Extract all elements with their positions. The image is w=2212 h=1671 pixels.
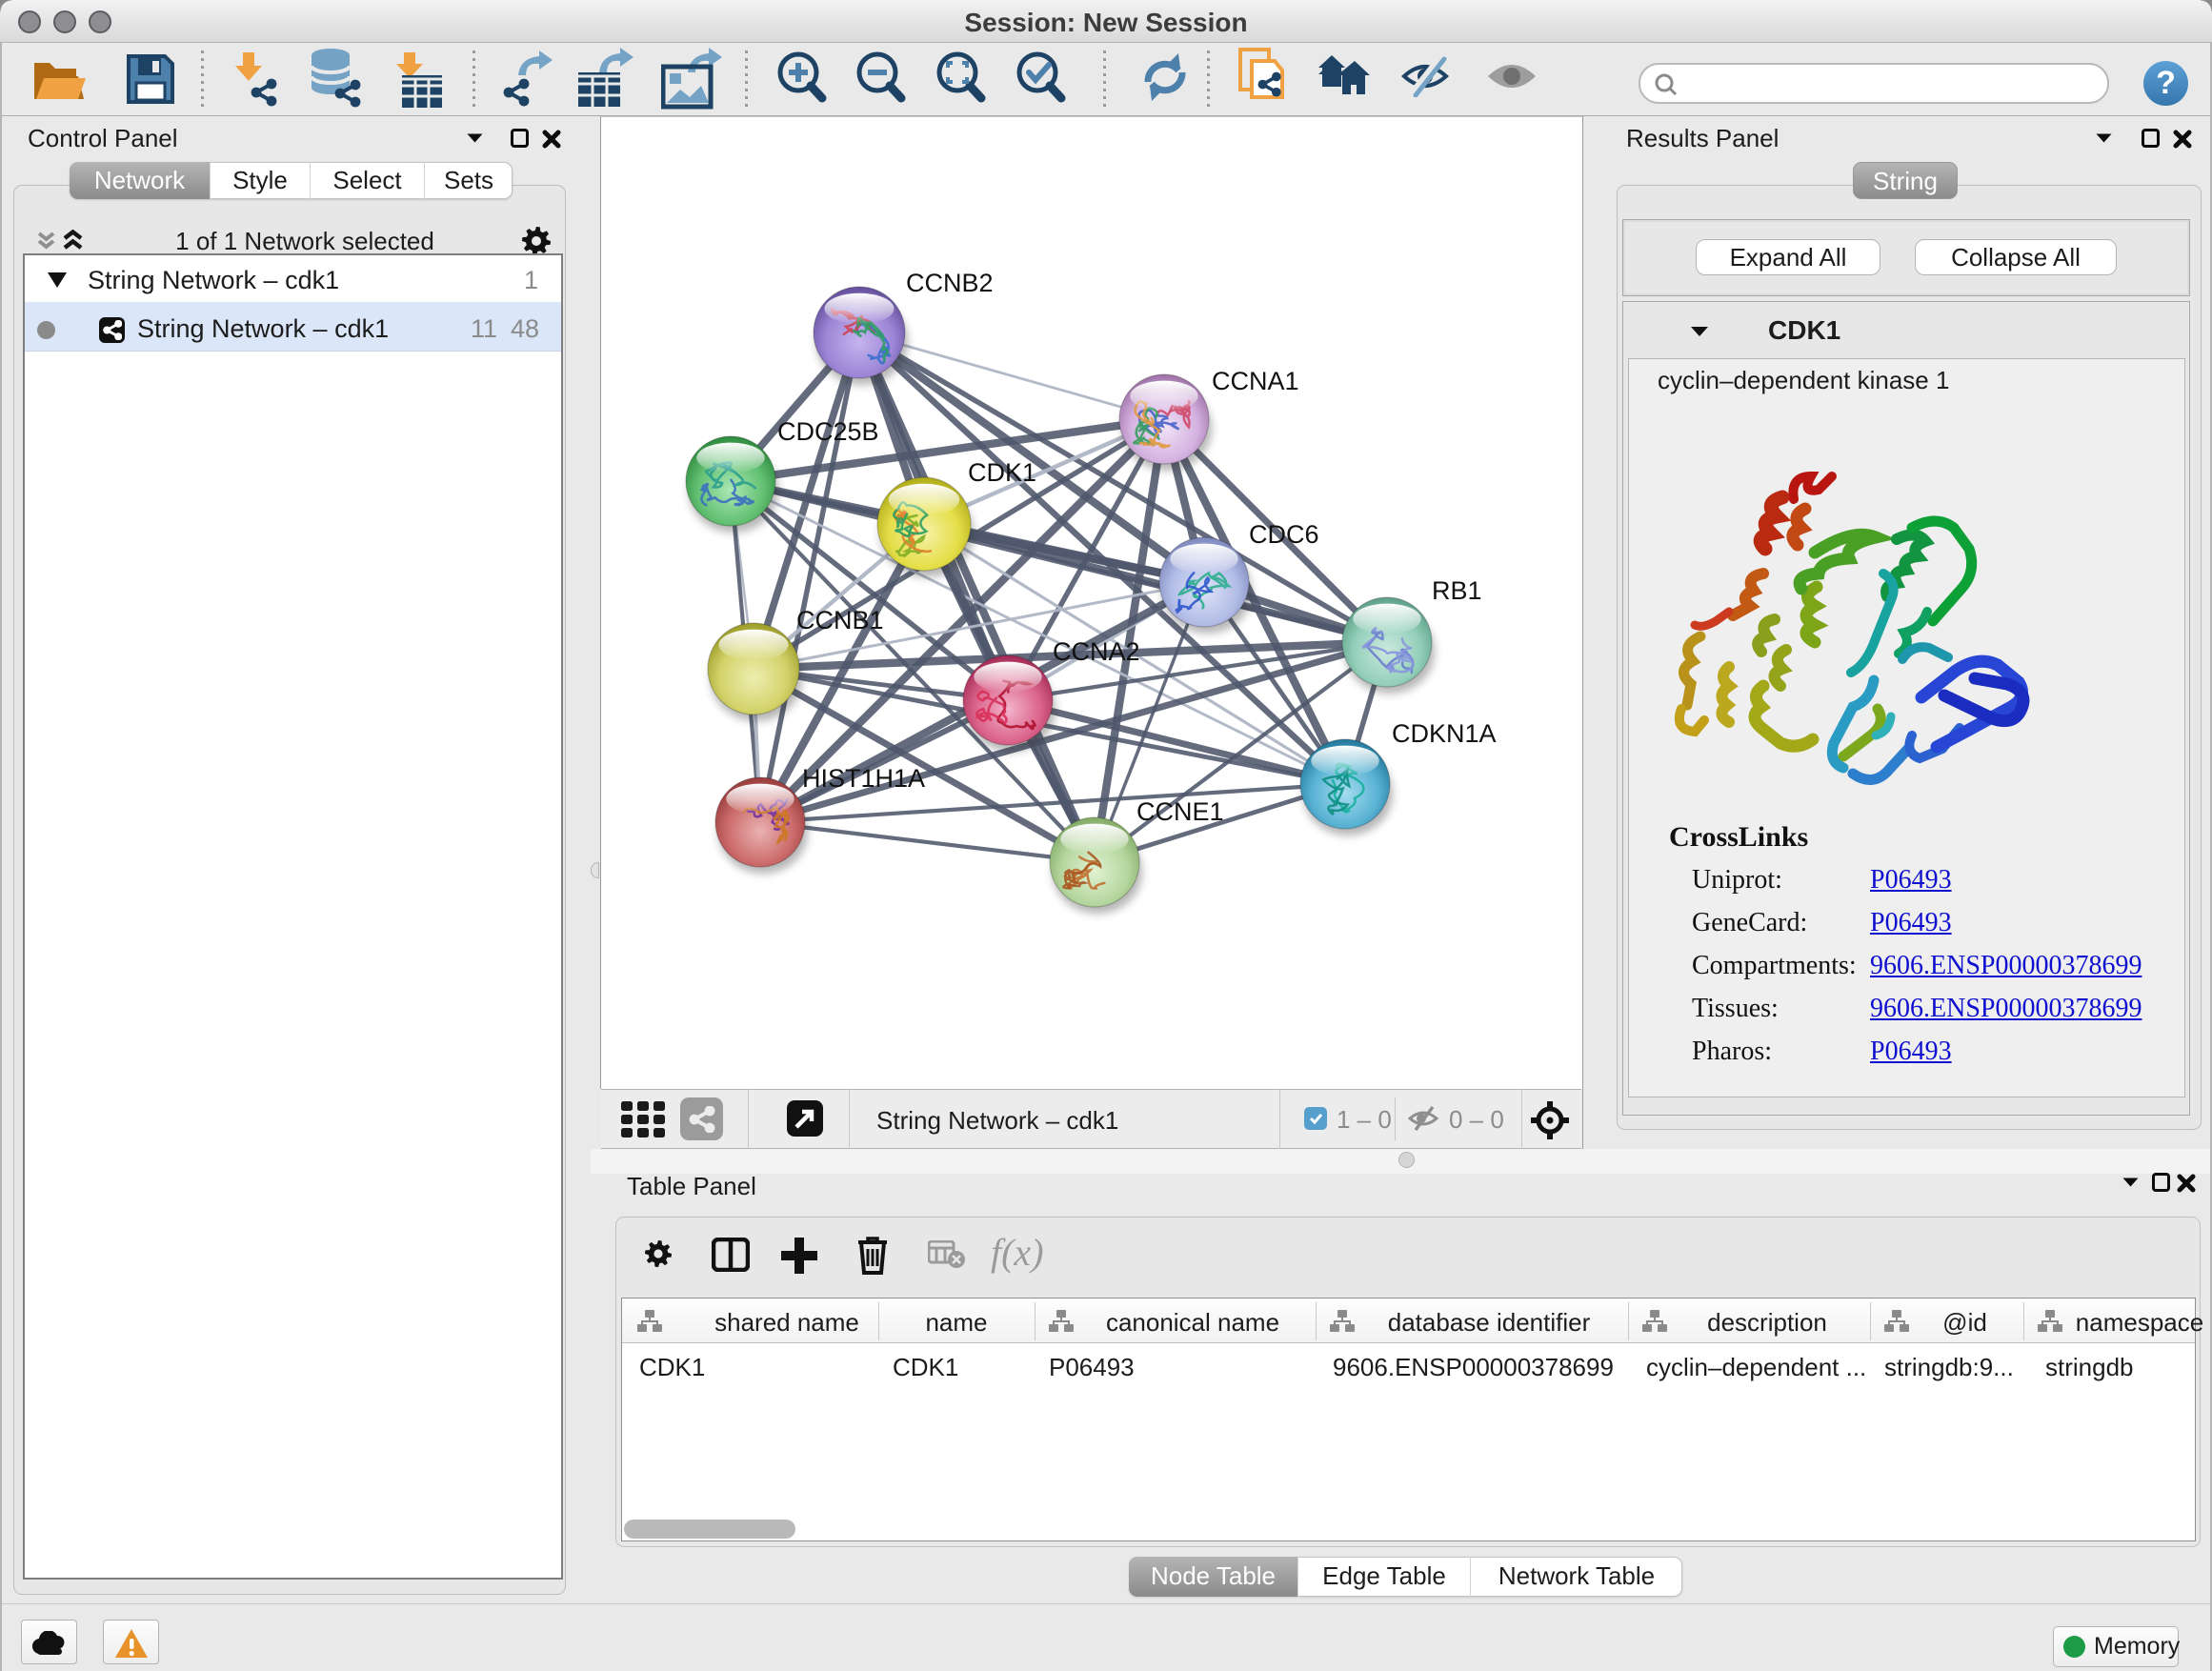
svg-text:CDKN1A: CDKN1A xyxy=(1392,719,1497,748)
svg-text:CDC6: CDC6 xyxy=(1249,520,1319,549)
svg-text:HIST1H1A: HIST1H1A xyxy=(802,764,925,793)
svg-text:CCNB1: CCNB1 xyxy=(796,606,884,634)
svg-text:CCNA2: CCNA2 xyxy=(1053,637,1140,666)
svg-text:RB1: RB1 xyxy=(1432,576,1482,605)
svg-text:CCNE1: CCNE1 xyxy=(1136,797,1224,826)
svg-text:CCNB2: CCNB2 xyxy=(906,269,994,297)
svg-text:CDC25B: CDC25B xyxy=(777,417,879,446)
svg-text:CCNA1: CCNA1 xyxy=(1212,367,1299,395)
svg-text:CDK1: CDK1 xyxy=(968,458,1036,487)
